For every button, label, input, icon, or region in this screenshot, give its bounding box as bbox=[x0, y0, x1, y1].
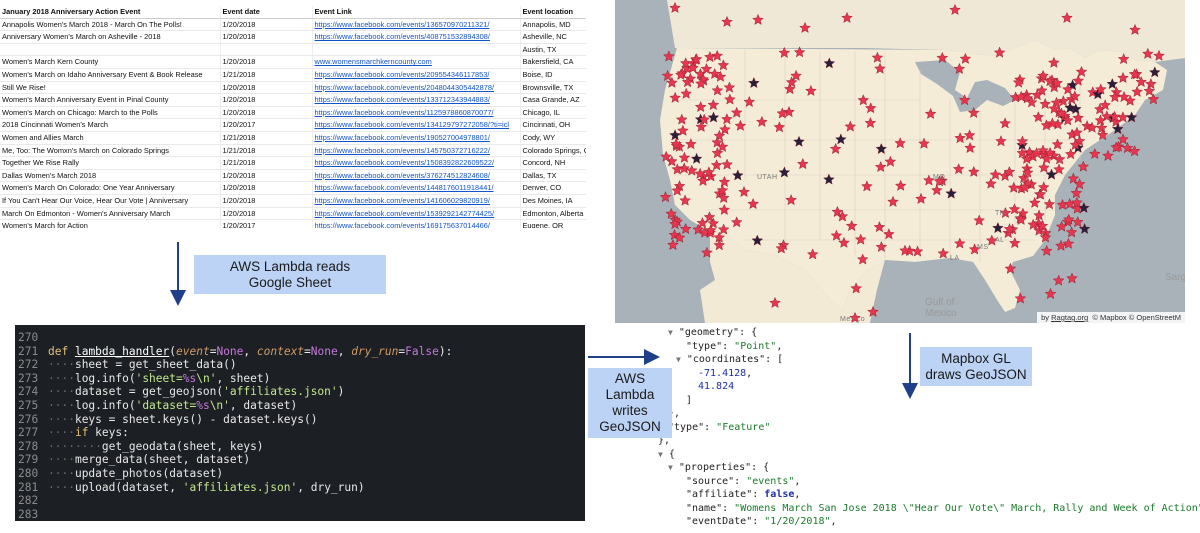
flow-arrows bbox=[170, 242, 918, 399]
